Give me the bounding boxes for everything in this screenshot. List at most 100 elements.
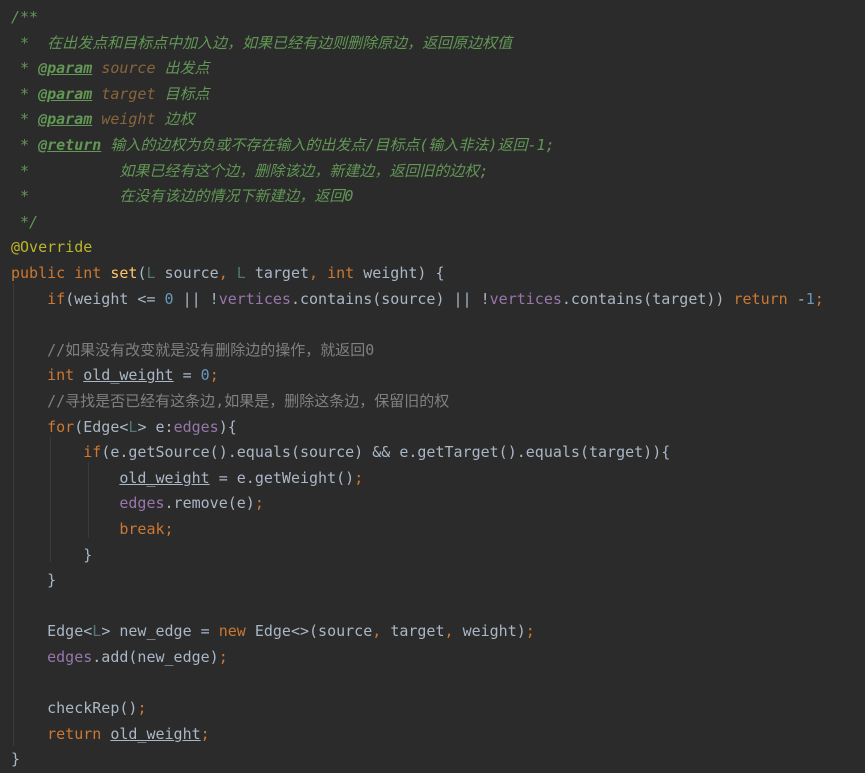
code-token: target [390, 622, 445, 641]
code-line[interactable]: int old_weight = 0; [11, 363, 219, 389]
code-line[interactable]: if(e.getSource().equals(source) && e.get… [11, 440, 670, 466]
code-token: set [110, 264, 138, 282]
code-line[interactable]: old_weight = e.getWeight(); [11, 466, 363, 492]
code-token: public int [11, 264, 111, 282]
code-line[interactable]: } [11, 568, 56, 594]
code-token: source [101, 59, 156, 78]
code-line[interactable]: @Override [11, 235, 92, 261]
code-token: int [327, 264, 364, 282]
code-token: weight [101, 110, 156, 129]
code-token: vertices [489, 289, 562, 308]
code-token: ; [814, 289, 824, 308]
code-token: weight) [462, 622, 526, 641]
code-token: return [47, 724, 111, 743]
code-token: Edge< [11, 622, 93, 641]
code-token: ; [525, 622, 535, 641]
code-token: (weight <= [65, 289, 165, 308]
code-token: edges [47, 648, 93, 666]
code-line[interactable]: edges.add(new_edge); [11, 645, 228, 671]
code-token: checkRep() [11, 699, 138, 718]
code-line[interactable]: * 在出发点和目标点中加入边，如果已经有边则删除原边，返回原边权值 [11, 31, 512, 57]
code-line[interactable]: for(Edge<L> e:edges){ [11, 415, 237, 441]
code-line[interactable]: return old_weight; [11, 722, 210, 748]
code-line[interactable]: * @param weight 边权 [11, 107, 195, 133]
code-line[interactable]: */ [11, 210, 38, 236]
code-token: */ [11, 212, 39, 231]
code-line[interactable]: edges.remove(e); [11, 491, 264, 517]
code-token: edges [119, 494, 165, 513]
code-token: int [47, 366, 84, 385]
code-token: * [11, 59, 39, 78]
code-token: ){ [218, 417, 237, 436]
code-token: } [11, 750, 21, 769]
code-line[interactable]: /** [11, 5, 38, 31]
code-token: .add(new_edge) [92, 648, 219, 666]
code-token: break; [119, 520, 174, 538]
code-line[interactable]: //如果没有改变就是没有删除边的操作，就返回0 [11, 338, 374, 364]
code-token: Edge<>(source [254, 622, 373, 641]
code-token: @param [38, 84, 93, 103]
code-token: .remove(e) [164, 494, 255, 513]
code-line[interactable]: * 如果已经有这个边，删除该边，新建边，返回旧的边权; [11, 159, 488, 185]
code-editor[interactable]: /** * 在出发点和目标点中加入边，如果已经有边则删除原边，返回原边权值 * … [0, 0, 865, 772]
code-token: if [47, 289, 66, 308]
code-token: = e.getWeight() [209, 468, 355, 487]
code-token: return [733, 289, 797, 308]
code-token: old_weight [110, 724, 201, 743]
code-token: , [444, 622, 463, 641]
code-token: > new_edge = [101, 622, 219, 641]
code-token: 0 [200, 366, 210, 385]
code-line[interactable]: * 在没有该边的情况下新建边，返回0 [11, 184, 353, 210]
code-token: ; [354, 468, 364, 487]
code-line[interactable]: if(weight <= 0 || !vertices.contains(sou… [11, 287, 824, 313]
code-token: if [83, 443, 102, 462]
code-token: * [11, 110, 39, 129]
code-token: * 如果已经有这个边，删除该边，新建边，返回旧的边权; [11, 161, 489, 180]
code-token: , [309, 264, 328, 282]
code-token: = [173, 366, 201, 385]
code-token: vertices [218, 289, 291, 308]
code-line[interactable]: break; [11, 517, 174, 543]
code-token: ; [254, 494, 264, 513]
code-line[interactable]: } [11, 747, 20, 773]
code-token: (Edge< [74, 417, 129, 436]
code-token: * 在出发点和目标点中加入边，如果已经有边则删除原边，返回原边权值 [11, 33, 513, 52]
code-token: L [236, 264, 246, 282]
code-token: 目标点 [155, 84, 210, 103]
code-token: , [372, 622, 391, 641]
code-line[interactable]: * @return 输入的边权为负或不存在输入的出发点/目标点(输入非法)返回-… [11, 133, 555, 159]
code-token: ; [209, 366, 219, 385]
code-line[interactable]: } [11, 543, 92, 569]
code-line[interactable]: public int set(L source, L target, int w… [11, 261, 445, 287]
code-token: for [47, 417, 75, 436]
code-token: , [218, 264, 237, 282]
code-token: > e: [137, 417, 174, 436]
code-token: (e.getSource().equals(source) && e.getTa… [101, 443, 671, 462]
code-token: .contains(target)) [561, 289, 734, 308]
code-token: ; [137, 699, 147, 718]
code-token: //寻找是否已经有这条边,如果是，删除这条边，保留旧的权 [47, 392, 450, 410]
code-token: edges [173, 417, 219, 436]
code-line[interactable]: * @param source 出发点 [11, 56, 210, 82]
code-line[interactable]: checkRep(); [11, 696, 146, 722]
code-line[interactable]: //寻找是否已经有这条边,如果是，删除这条边，保留旧的权 [11, 389, 449, 415]
code-token: L [92, 622, 102, 641]
code-token: new [218, 622, 255, 641]
code-token: @param [38, 59, 93, 78]
code-line[interactable]: Edge<L> new_edge = new Edge<>(source, ta… [11, 619, 535, 645]
code-line[interactable]: * @param target 目标点 [11, 82, 210, 108]
code-token: } [11, 545, 93, 564]
code-token: source [155, 264, 219, 282]
